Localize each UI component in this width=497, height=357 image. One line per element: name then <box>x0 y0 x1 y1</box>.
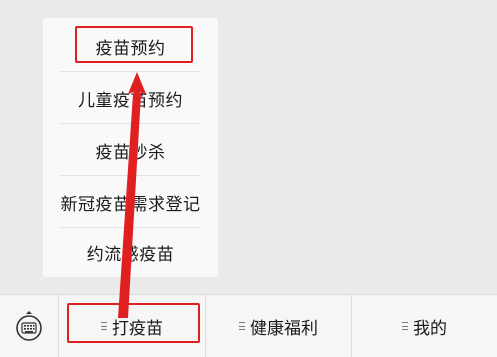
menu-item-label: 约流感疫苗 <box>86 244 175 265</box>
menu-item-label: 儿童疫苗预约 <box>78 90 183 111</box>
keyboard-toggle-button[interactable] <box>0 295 58 357</box>
menu-lines-icon <box>101 322 107 330</box>
menu-item-child-vaccine-appointment[interactable]: 儿童疫苗预约 <box>43 72 218 124</box>
tab-label: 打疫苗 <box>112 318 163 339</box>
menu-item-label: 新冠疫苗需求登记 <box>60 194 201 215</box>
popup-menu: 疫苗预约 儿童疫苗预约 疫苗秒杀 新冠疫苗需求登记 约流感疫苗 <box>43 18 218 277</box>
menu-item-vaccine-appointment[interactable]: 疫苗预约 <box>43 20 218 72</box>
tab-label: 我的 <box>413 318 447 339</box>
bottom-tab-bar: 打疫苗 健康福利 我的 <box>0 294 497 357</box>
tab-health-benefits[interactable]: 健康福利 <box>206 295 351 357</box>
menu-item-flu-vaccine[interactable]: 约流感疫苗 <box>43 226 218 278</box>
menu-item-vaccine-flash-sale[interactable]: 疫苗秒杀 <box>43 124 218 176</box>
menu-lines-icon <box>239 322 245 330</box>
keyboard-icon <box>16 311 42 341</box>
tab-label: 健康福利 <box>250 318 318 339</box>
menu-item-label: 疫苗预约 <box>95 38 166 59</box>
tab-mine[interactable]: 我的 <box>352 295 497 357</box>
menu-item-covid-vaccine-registration[interactable]: 新冠疫苗需求登记 <box>43 176 218 228</box>
menu-lines-icon <box>402 322 408 330</box>
menu-item-label: 疫苗秒杀 <box>95 142 166 163</box>
tab-get-vaccine[interactable]: 打疫苗 <box>59 295 205 357</box>
